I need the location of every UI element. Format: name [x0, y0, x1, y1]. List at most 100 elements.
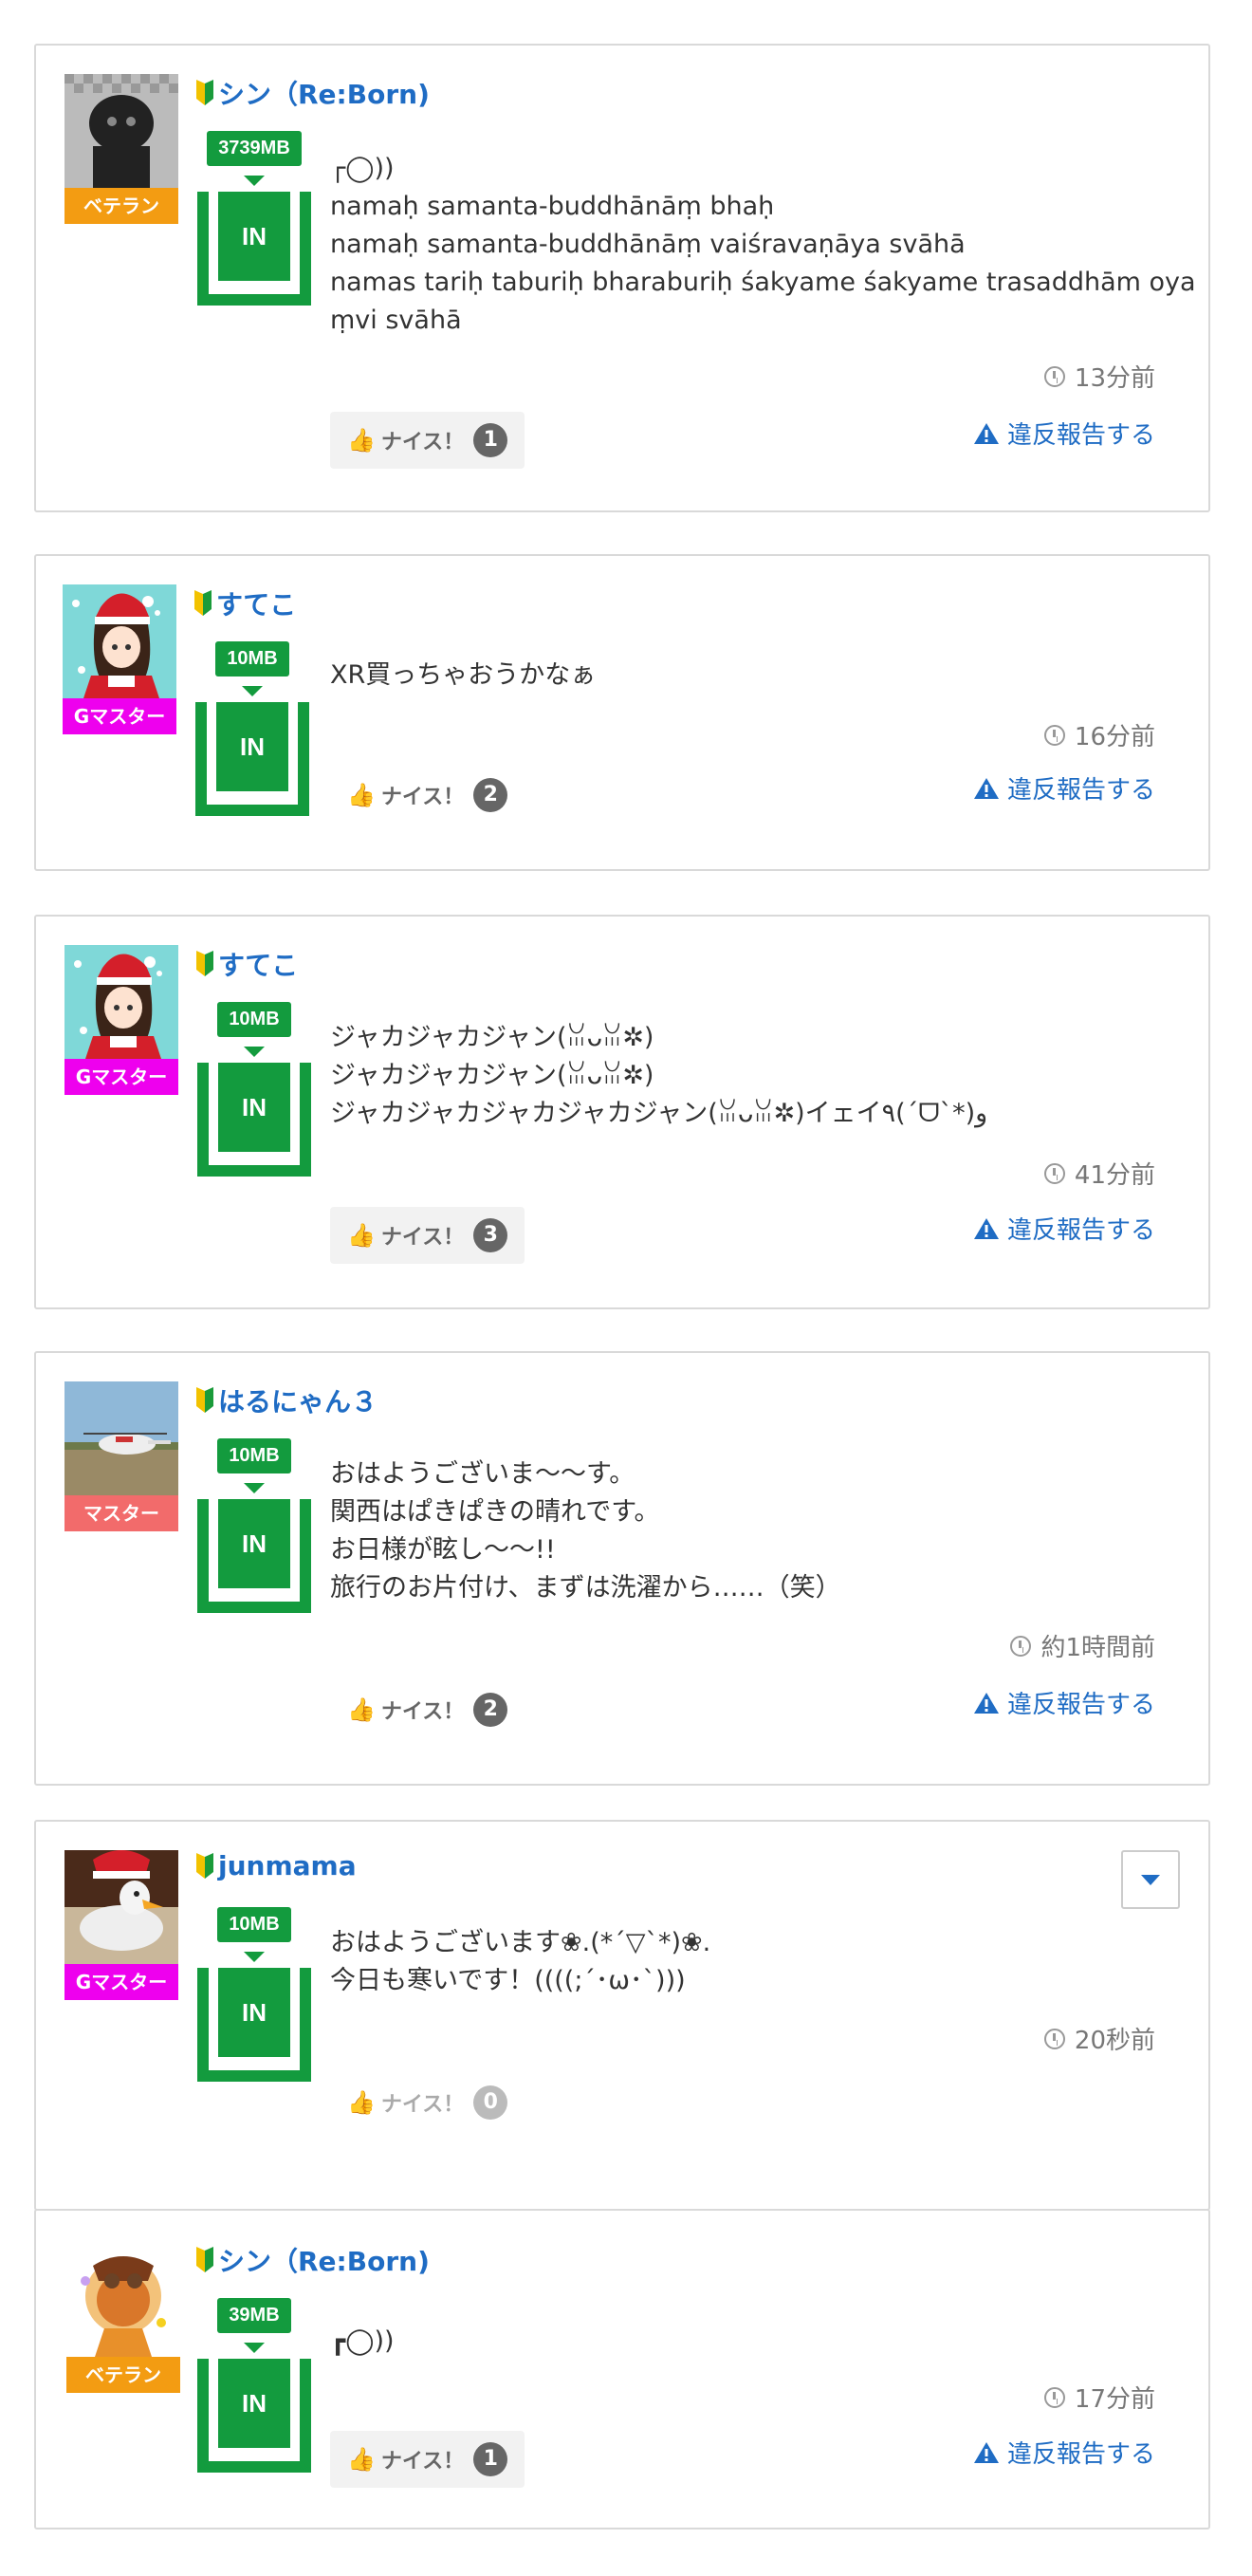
timestamp-text: 41分前 [1074, 1161, 1155, 1190]
clock-icon [1043, 365, 1065, 387]
timestamp-text: 17分前 [1074, 2385, 1155, 2414]
avatar[interactable] [66, 2243, 180, 2357]
timestamp: 17分前 [1043, 2380, 1155, 2415]
report-link[interactable]: 違反報告する [973, 770, 1155, 806]
rank-badge: ベテラン [64, 188, 178, 224]
nice-label: ナイス！ [380, 2093, 465, 2117]
level-label: IN [218, 1063, 290, 1152]
nice-count: 1 [473, 423, 508, 457]
nice-count: 2 [473, 778, 508, 812]
report-label: 違反報告する [1006, 421, 1155, 450]
beginner-mark-icon [194, 590, 212, 616]
username: すてこ [218, 950, 299, 981]
username-link[interactable]: すてこ [193, 584, 296, 622]
rank-badge: Gマスター [63, 698, 176, 734]
caret-down-icon [244, 2343, 265, 2353]
username: junmama [218, 1850, 357, 1881]
comment-body: ┌◯)) namaḥ samanta-buddhānāṃ bhaḥ namaḥ … [330, 154, 1196, 335]
username: シン（Re:Born) [218, 2246, 430, 2277]
level-label: IN [218, 192, 290, 281]
beginner-mark-icon [196, 1852, 213, 1879]
avatar[interactable] [63, 584, 176, 698]
level-box: IN [195, 702, 309, 816]
level-box: IN [197, 2359, 311, 2473]
rank-badge: Gマスター [64, 1059, 178, 1095]
comment-body: おはようございま〜〜す。 関西はぱきぱきの晴れです。 お日様が眩し〜〜!! 旅行… [330, 1459, 841, 1603]
timestamp: 13分前 [1043, 359, 1155, 394]
clock-icon [1043, 724, 1065, 746]
report-link[interactable]: 違反報告する [973, 2435, 1155, 2470]
rank-badge: マスター [64, 1495, 178, 1531]
nice-count: 3 [473, 1218, 508, 1252]
beginner-mark-icon [196, 951, 213, 976]
username-link[interactable]: シン（Re:Born) [195, 74, 430, 112]
comment-card: Gマスター junmama 10MB IN おはようございます❀.(*´▽`*)… [34, 1820, 1210, 2211]
level-indicator: 10MB IN [195, 1907, 313, 2082]
report-label: 違反報告する [1006, 1691, 1155, 1719]
thumbs-up-icon: 👍 [347, 782, 376, 808]
caret-down-icon [244, 1047, 265, 1057]
data-badge: 10MB [217, 1907, 291, 1942]
username-link[interactable]: すてこ [195, 945, 298, 983]
warning-icon [973, 2441, 999, 2463]
username-link[interactable]: junmama [195, 1850, 357, 1881]
menu-dropdown-button[interactable] [1121, 1850, 1180, 1909]
nice-label: ナイス！ [380, 1226, 465, 1250]
timestamp-text: 16分前 [1074, 723, 1155, 751]
comment-feed: ベテラン シン（Re:Born) 3739MB IN ┌◯)) namaḥ sa… [0, 0, 1252, 2576]
nice-label: ナイス！ [380, 2450, 465, 2474]
nice-button[interactable]: 👍 ナイス！ 3 [330, 1207, 525, 1264]
comment-card: Gマスター すてこ 10MB IN ジャカジャカジャン(ꈍᴗꈍ✲) ジャカジャカ… [34, 915, 1210, 1309]
data-badge: 10MB [217, 1002, 291, 1037]
level-indicator: 10MB IN [195, 1002, 313, 1177]
comment-card: ベテラン シン（Re:Born) 3739MB IN ┌◯)) namaḥ sa… [34, 44, 1210, 512]
report-link[interactable]: 違反報告する [973, 1685, 1155, 1720]
avatar[interactable] [64, 1381, 178, 1495]
nice-count: 1 [473, 2442, 508, 2476]
nice-label: ナイス！ [380, 1700, 465, 1724]
level-label: IN [216, 702, 288, 791]
nice-button[interactable]: 👍 ナイス！ 1 [330, 2431, 525, 2488]
username: すてこ [216, 589, 297, 621]
rank-badge: ベテラン [66, 2357, 180, 2393]
username: はるにゃん３ [218, 1386, 378, 1418]
nice-button[interactable]: 👍 ナイス！ 1 [330, 412, 525, 469]
warning-icon [973, 422, 999, 444]
report-link[interactable]: 違反報告する [973, 416, 1155, 451]
caret-down-icon [244, 1483, 265, 1493]
warning-icon [973, 1217, 999, 1239]
thumbs-up-icon: 👍 [347, 1222, 376, 1249]
nice-button[interactable]: 👍 ナイス！ 2 [330, 767, 525, 824]
thumbs-up-icon: 👍 [347, 2089, 376, 2116]
beginner-mark-icon [196, 2247, 213, 2272]
beginner-mark-icon [196, 1387, 213, 1413]
timestamp: 20秒前 [1043, 2021, 1155, 2056]
report-link[interactable]: 違反報告する [973, 1211, 1155, 1246]
comment-body: おはようございます❀.(*´▽`*)❀. 今日も寒いです！((((;´･ω･`)… [330, 1928, 711, 1995]
nice-button[interactable]: 👍 ナイス！ 0 [330, 2074, 525, 2131]
clock-icon [1043, 2386, 1065, 2408]
timestamp-text: 20秒前 [1074, 2027, 1155, 2055]
data-badge: 10MB [215, 641, 289, 676]
avatar[interactable] [64, 945, 178, 1059]
level-box: IN [197, 192, 311, 306]
username-link[interactable]: はるにゃん３ [195, 1381, 377, 1419]
thumbs-up-icon: 👍 [347, 427, 376, 454]
avatar[interactable] [64, 1850, 178, 1964]
beginner-mark-icon [196, 80, 213, 105]
caret-down-icon [242, 686, 263, 696]
clock-icon [1010, 1635, 1032, 1657]
timestamp-text: 13分前 [1074, 364, 1155, 393]
data-badge: 3739MB [207, 131, 302, 166]
comment-card: ベテラン シン（Re:Born) 39MB IN ┏◯)) 17分前 👍 ナイス！… [34, 2209, 1210, 2530]
timestamp-text: 約1時間前 [1040, 1634, 1155, 1662]
nice-label: ナイス！ [380, 431, 465, 454]
thumbs-up-icon: 👍 [347, 1696, 376, 1723]
username-link[interactable]: シン（Re:Born) [195, 2241, 430, 2279]
level-indicator: 3739MB IN [195, 131, 313, 306]
avatar[interactable] [64, 74, 178, 188]
report-label: 違反報告する [1006, 2440, 1155, 2469]
report-label: 違反報告する [1006, 776, 1155, 805]
clock-icon [1043, 1162, 1065, 1184]
nice-button[interactable]: 👍 ナイス！ 2 [330, 1681, 525, 1738]
